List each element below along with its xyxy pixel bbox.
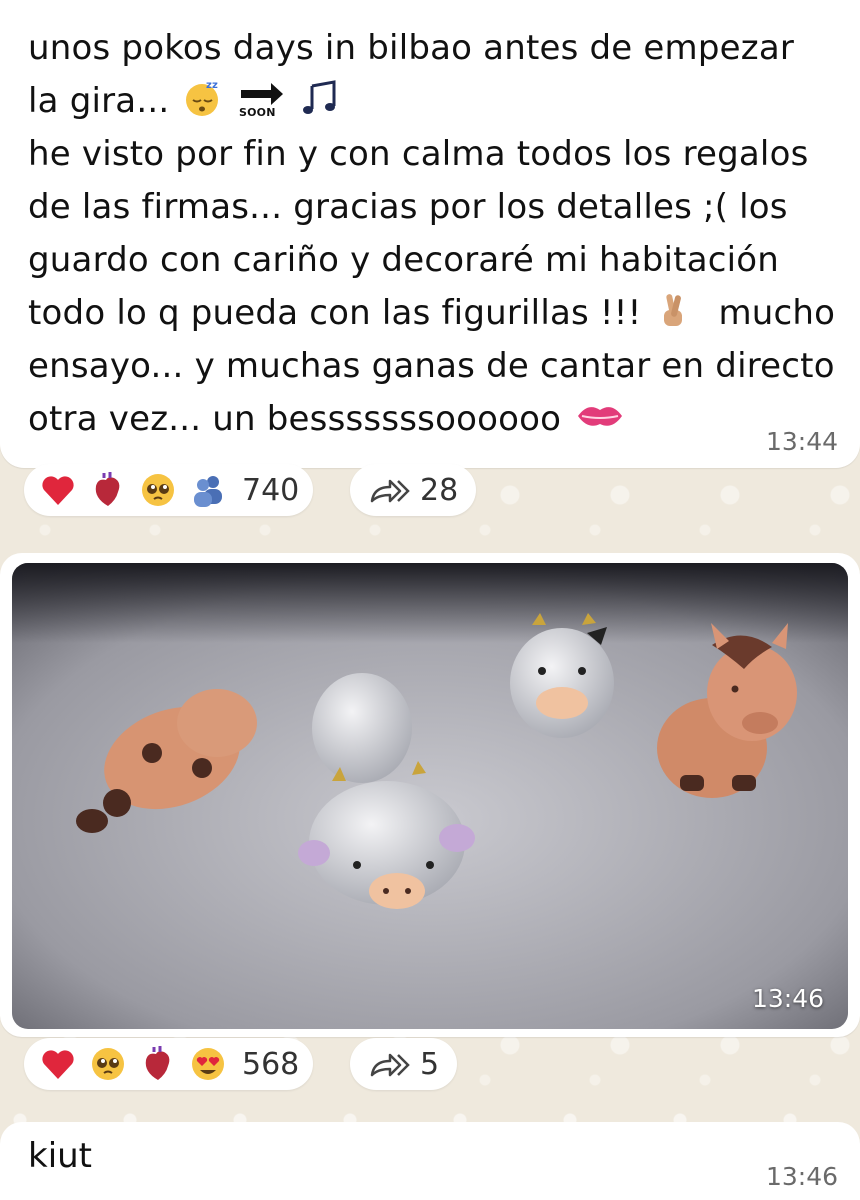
message-line: guardo con cariño y decoraré mi habitaci… — [28, 240, 780, 280]
forward-count: 5 — [420, 1046, 440, 1082]
message-line: he visto por fin y con calma todos los r… — [28, 134, 809, 174]
message-line: la gira... — [28, 81, 170, 121]
red-heart-icon — [42, 1050, 74, 1079]
sleeping-face-icon: zz — [186, 80, 219, 116]
red-heart-icon — [42, 476, 74, 505]
message-time: 13:44 — [765, 427, 838, 456]
message-line: otra vez... un besssssssoooooo — [28, 399, 562, 439]
reaction-count: 568 — [242, 1046, 300, 1082]
message-line: ensayo... y muchas ganas de cantar en di… — [28, 346, 835, 386]
forward-icon — [370, 1053, 410, 1077]
anatomical-heart-icon — [145, 1046, 170, 1080]
svg-text:SOON: SOON — [239, 106, 276, 118]
heart-eyes-face-icon — [192, 1048, 224, 1080]
message-photo[interactable]: 13:46 — [12, 563, 848, 1029]
anatomical-heart-icon — [95, 472, 120, 506]
crossed-fingers-icon — [664, 294, 683, 326]
pleading-face-icon — [142, 474, 174, 506]
message-line: todo lo q pueda con las figurillas !!! — [28, 293, 642, 333]
forward-icon — [370, 479, 410, 503]
forwards-pill[interactable]: 28 — [350, 464, 477, 516]
musical-notes-icon — [303, 80, 336, 114]
busts-in-silhouette-icon — [194, 476, 222, 507]
message-line: unos pokos days in bilbao antes de empez… — [28, 28, 795, 68]
message-text: unos pokos days in bilbao antes de empez… — [28, 22, 838, 446]
message-line: mucho — [718, 293, 836, 333]
reaction-count: 740 — [242, 472, 300, 508]
message-line: de las firmas... gracias por los detalle… — [28, 187, 788, 227]
reactions-pill[interactable]: 740 — [24, 464, 314, 516]
forwards-pill[interactable]: 5 — [350, 1038, 458, 1090]
message-bubble[interactable]: unos pokos days in bilbao antes de empez… — [0, 0, 860, 468]
figurines-photo — [12, 563, 848, 1029]
message-text: kiut — [28, 1136, 93, 1176]
reactions-pill[interactable]: 568 — [24, 1038, 314, 1090]
message-bubble[interactable]: kiut 13:46 — [0, 1122, 860, 1200]
forward-count: 28 — [420, 472, 459, 508]
message-time: 13:46 — [765, 1162, 838, 1191]
message-time: 13:46 — [751, 984, 824, 1013]
kiss-mark-icon — [578, 407, 623, 426]
photo-message-bubble[interactable]: 13:46 — [0, 553, 860, 1037]
pleading-face-icon — [92, 1048, 124, 1080]
svg-text:zz: zz — [206, 80, 218, 91]
soon-arrow-icon: SOON — [239, 83, 284, 118]
